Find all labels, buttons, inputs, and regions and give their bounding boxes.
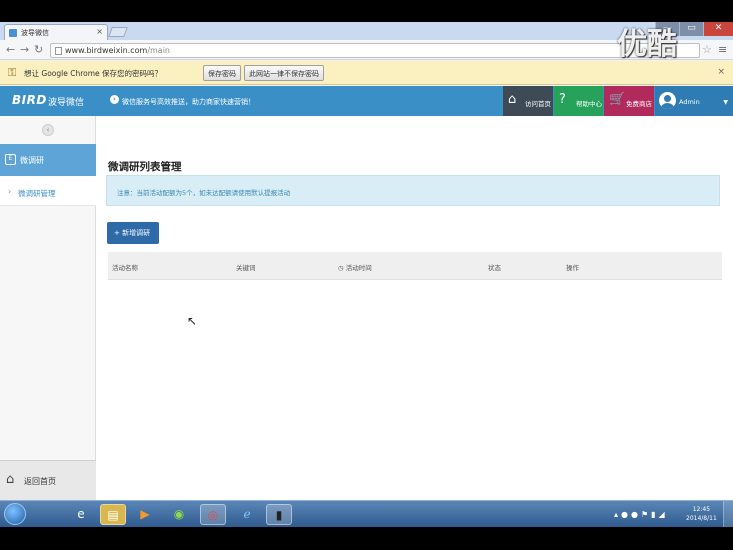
logo-subtitle: 波导微信 xyxy=(48,98,85,108)
folder-taskbar-icon[interactable]: ▤ xyxy=(100,504,126,525)
visit-home-button[interactable]: ⌂ 访问首页 xyxy=(503,86,553,116)
logo[interactable]: BIRD xyxy=(12,93,47,107)
screen: 波导微信 × — ▭ ✕ ← → ↻ www.birdweixin.com/ma… xyxy=(0,22,733,527)
back-arrow-icon[interactable]: ← xyxy=(6,43,15,56)
column-header-actions: 操作 xyxy=(566,264,579,272)
recorder-taskbar-icon[interactable]: ▮ xyxy=(266,504,292,525)
never-save-password-button[interactable]: 此网站一律不保存密码 xyxy=(244,65,324,81)
home-icon: ⌂ xyxy=(508,92,517,107)
clock-time: 12:45 xyxy=(692,506,711,513)
sidebar: ‹ E 微调研 › 微调研管理 ⌂ 返回首页 xyxy=(0,116,96,500)
key-icon: ⚿ xyxy=(8,66,17,79)
save-password-button[interactable]: 保存密码 xyxy=(203,65,241,81)
visit-home-label: 访问首页 xyxy=(525,100,551,108)
infobar-close-icon[interactable]: × xyxy=(717,67,725,77)
column-header-time: ◷ 活动时间 xyxy=(338,264,372,272)
media-player-taskbar-icon[interactable]: ▶ xyxy=(132,504,158,525)
sidebar-item-label: 微调研管理 xyxy=(18,189,56,198)
help-center-label: 帮助中心 xyxy=(576,100,602,108)
header-notice: 微信服务号高效推送，助力商家快速营销！ xyxy=(122,98,255,106)
sidebar-collapse-button[interactable]: ‹ xyxy=(42,124,54,136)
column-header-name: 活动名称 xyxy=(112,264,138,272)
url-host: www.birdweixin.com xyxy=(65,46,148,55)
taskbar-clock[interactable]: 12:45 2014/8/11 xyxy=(686,505,717,523)
letterbox-bottom xyxy=(0,527,733,550)
main-content: 微调研列表管理 注意：当前活动配额为5个，如未达配额请使用默认提报活动 + 新增… xyxy=(96,116,733,500)
clock-date: 2014/8/11 xyxy=(686,515,717,522)
forward-arrow-icon[interactable]: → xyxy=(20,43,29,56)
page-icon xyxy=(55,47,62,55)
sidebar-back-home[interactable]: ⌂ 返回首页 xyxy=(0,460,96,500)
favicon-icon xyxy=(9,29,17,37)
url-path: /main xyxy=(147,46,170,55)
browser-tab[interactable]: 波导微信 × xyxy=(4,24,108,40)
reload-icon[interactable]: ↻ xyxy=(34,43,43,56)
ie-browser-taskbar-icon[interactable]: ℯ xyxy=(234,504,260,525)
start-button[interactable] xyxy=(4,503,26,525)
tab-close-icon[interactable]: × xyxy=(96,27,103,36)
sidebar-item-survey-manage[interactable]: › 微调研管理 xyxy=(0,176,96,206)
cart-icon: 🛒 xyxy=(609,92,626,107)
taskbar: e ▤ ▶ ◉ ◎ ℯ ▮ ▴●●⚑▮◢ 12:45 2014/8/11 xyxy=(0,500,733,527)
user-name: Admin xyxy=(679,98,700,106)
shop-button[interactable]: 🛒 免费商店 xyxy=(604,86,654,116)
add-survey-button[interactable]: + 新增调研 xyxy=(107,222,159,244)
maximize-button[interactable]: ▭ xyxy=(679,22,703,36)
page-title: 微调研列表管理 xyxy=(108,161,182,173)
infobar-message: 想让 Google Chrome 保存您的密码吗？ xyxy=(24,69,163,78)
table-header: 活动名称 关键词 ◷ 活动时间 状态 操作 xyxy=(108,252,722,280)
app-header: BIRD 波导微信 › 微信服务号高效推送，助力商家快速营销！ ⌂ 访问首页 ?… xyxy=(0,86,733,116)
sidebar-section-label: 微调研 xyxy=(20,156,44,165)
chevron-right-icon: › xyxy=(8,187,12,196)
back-home-label: 返回首页 xyxy=(24,477,56,486)
question-icon: ? xyxy=(559,92,566,107)
new-tab-button[interactable] xyxy=(108,27,128,37)
window-close-button[interactable]: ✕ xyxy=(703,22,733,36)
survey-icon: E xyxy=(5,154,16,165)
home-icon: ⌂ xyxy=(6,472,15,487)
wrench-icon[interactable]: ≡ xyxy=(718,43,727,56)
help-center-button[interactable]: ? 帮助中心 xyxy=(554,86,603,116)
star-icon[interactable]: ☆ xyxy=(702,43,712,56)
app-taskbar-icon[interactable]: ◉ xyxy=(166,504,192,525)
info-alert: 注意：当前活动配额为5个，如未达配额请使用默认提报活动 xyxy=(106,175,720,206)
avatar xyxy=(659,92,676,109)
shop-label: 免费商店 xyxy=(626,100,652,108)
mouse-cursor-icon: ↖ xyxy=(187,314,198,328)
ie-taskbar-icon[interactable]: e xyxy=(68,504,94,525)
chrome-taskbar-icon[interactable]: ◎ xyxy=(200,504,226,525)
user-menu-button[interactable]: Admin ▼ xyxy=(655,86,733,116)
notice-icon: › xyxy=(110,95,119,104)
video-watermark: 优酷 xyxy=(617,27,677,62)
show-desktop-button[interactable] xyxy=(723,501,733,527)
system-tray[interactable]: ▴●●⚑▮◢ xyxy=(614,510,668,519)
chevron-down-icon: ▼ xyxy=(723,99,728,106)
address-bar[interactable]: www.birdweixin.com/main xyxy=(50,43,700,58)
column-header-keyword: 关键词 xyxy=(236,264,256,272)
password-infobar: ⚿ 想让 Google Chrome 保存您的密码吗？ 保存密码 此网站一律不保… xyxy=(0,61,733,85)
sidebar-section-survey[interactable]: E 微调研 xyxy=(0,144,96,176)
tab-title: 波导微信 xyxy=(21,29,49,37)
letterbox-top xyxy=(0,0,733,22)
column-header-status: 状态 xyxy=(488,264,501,272)
